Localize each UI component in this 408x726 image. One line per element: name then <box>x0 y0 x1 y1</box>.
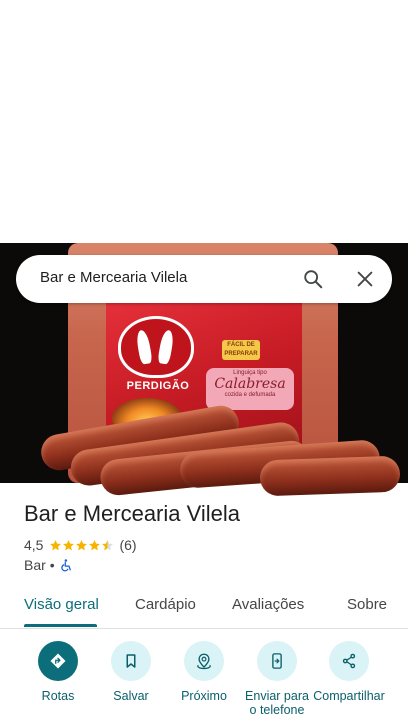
product-name: Calabresa <box>214 376 286 392</box>
tab-menu[interactable]: Cardápio <box>135 596 196 613</box>
share-button[interactable]: Compartilhar <box>311 641 387 703</box>
search-bar[interactable]: Bar e Mercearia Vilela <box>16 255 392 303</box>
star-icon <box>63 539 75 550</box>
save-label: Salvar <box>113 689 149 703</box>
rating-stars <box>49 539 114 552</box>
brand-name: PERDIGÃO <box>126 380 190 392</box>
review-count[interactable]: (6) <box>119 537 136 553</box>
send-to-phone-button[interactable]: Enviar para o telefone <box>239 641 315 717</box>
send-to-phone-label: Enviar para o telefone <box>245 689 309 717</box>
directions-icon <box>50 653 66 669</box>
tab-reviews[interactable]: Avaliações <box>232 596 304 613</box>
product-label: Linguiça tipo Calabresa cozida e defumad… <box>206 368 294 410</box>
share-label: Compartilhar <box>313 689 385 703</box>
star-icon <box>76 539 88 550</box>
directions-label: Rotas <box>41 689 75 703</box>
separator: • <box>49 557 55 573</box>
tab-overview[interactable]: Visão geral <box>24 596 99 613</box>
nearby-icon <box>197 653 211 670</box>
star-icon <box>50 539 62 550</box>
directions-button[interactable]: Rotas <box>20 641 96 703</box>
star-icon <box>102 539 114 550</box>
product-desc: cozida e defumada <box>224 392 276 398</box>
nearby-label: Próximo <box>181 689 227 703</box>
place-title: Bar e Mercearia Vilela <box>24 501 241 526</box>
tab-bar: Visão geral Cardápio Avaliações Sobre <box>0 584 408 629</box>
place-category: Bar <box>24 557 46 573</box>
rating-value: 4,5 <box>24 537 44 553</box>
nearby-button[interactable]: Próximo <box>166 641 242 703</box>
map-blank-area <box>0 0 408 243</box>
search-query-text[interactable]: Bar e Mercearia Vilela <box>40 269 187 286</box>
active-tab-indicator <box>24 624 97 627</box>
share-icon <box>342 653 356 669</box>
brand-logo <box>118 316 194 378</box>
easy-prep-badge: FÁCIL DE PREPARAR <box>222 340 260 360</box>
sausage <box>259 455 401 497</box>
send-to-phone-icon <box>272 653 282 669</box>
star-icon <box>89 539 101 550</box>
bookmark-icon <box>126 654 136 668</box>
save-button[interactable]: Salvar <box>93 641 169 703</box>
rating-row[interactable]: 4,5 (6) <box>24 536 137 554</box>
close-icon[interactable] <box>354 268 376 290</box>
wheelchair-accessible-icon <box>61 558 71 571</box>
tab-about[interactable]: Sobre <box>347 596 387 613</box>
search-icon[interactable] <box>302 268 324 290</box>
place-meta: Bar • <box>24 556 74 574</box>
